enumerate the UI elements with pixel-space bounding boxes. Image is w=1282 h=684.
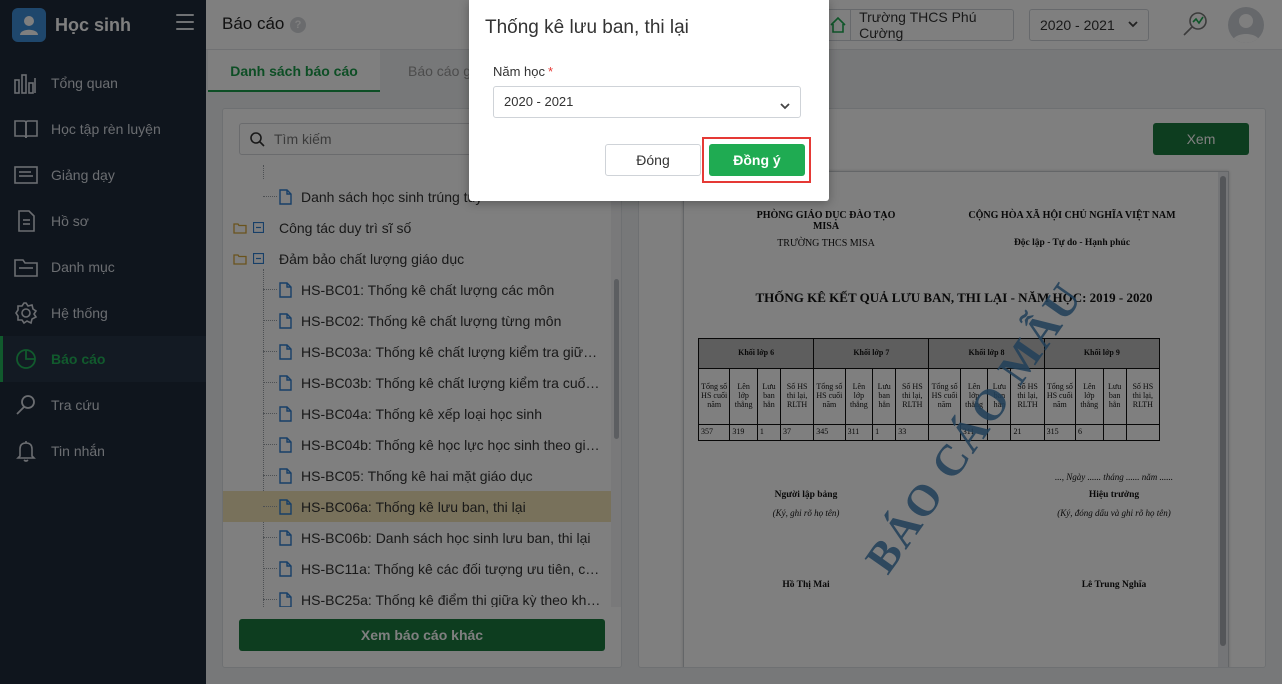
- confirm-highlight-box: [702, 137, 811, 183]
- report-params-dialog: Thống kê lưu ban, thi lại Năm học * 2020 …: [469, 0, 829, 201]
- dialog-title: Thống kê lưu ban, thi lại: [485, 17, 689, 38]
- year-field-label: Năm học *: [493, 64, 553, 79]
- school-year-select[interactable]: 2020 - 2021: [493, 86, 801, 118]
- year-field-label-text: Năm học: [493, 64, 546, 79]
- school-year-value: 2020 - 2021: [504, 94, 574, 109]
- required-mark: *: [548, 64, 554, 79]
- chevron-down-icon: [778, 94, 792, 124]
- close-button[interactable]: Đóng: [605, 144, 701, 176]
